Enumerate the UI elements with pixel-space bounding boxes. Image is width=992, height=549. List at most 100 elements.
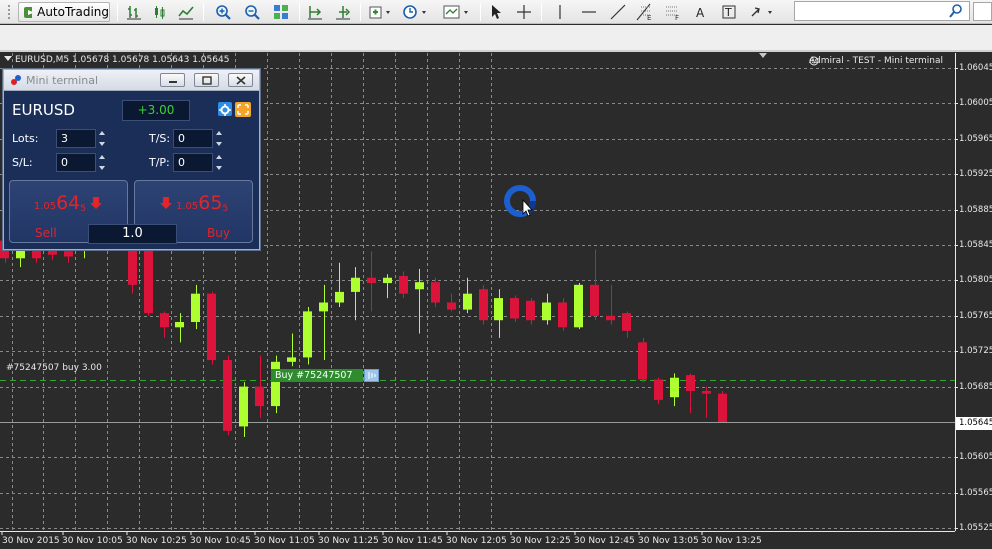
autotrading-icon — [24, 7, 33, 18]
mini-terminal-titlebar[interactable]: Mini terminal — [4, 70, 259, 91]
candle-bull — [574, 284, 583, 328]
candle-bull — [239, 386, 248, 427]
buy-price-prefix: 1.05 — [176, 201, 199, 212]
lots-input[interactable]: 3 — [56, 129, 96, 148]
sell-price-fraction: 5 — [80, 204, 86, 214]
horizontal-line-icon[interactable] — [578, 2, 600, 22]
candle-bear — [367, 277, 376, 284]
zoom-in-icon[interactable] — [212, 2, 234, 22]
buy-price: 1.05655 — [135, 192, 252, 214]
price-axis-label: 1.05525 — [959, 522, 992, 533]
templates-icon[interactable] — [441, 2, 473, 22]
candle-bear — [590, 284, 599, 316]
line-chart-icon[interactable] — [176, 2, 196, 22]
minimize-button[interactable] — [160, 73, 185, 87]
price-axis-label: 1.05805 — [959, 274, 992, 285]
svg-text:T: T — [724, 6, 732, 19]
zoom-out-icon[interactable] — [241, 2, 263, 22]
chart-shift-icon[interactable] — [305, 2, 325, 22]
symbol-ohlc-text: EURUSD,M5 1.05678 1.05678 1.05643 1.0564… — [15, 55, 230, 65]
autoscroll-icon[interactable] — [333, 2, 353, 22]
trailing-stop-input[interactable]: 0 — [173, 129, 213, 148]
lots-stepper[interactable] — [98, 129, 107, 148]
text-label-icon[interactable]: T — [718, 2, 740, 22]
search-input[interactable] — [794, 1, 970, 21]
periods-icon[interactable] — [401, 2, 431, 22]
fibo-fan-icon[interactable]: F — [662, 2, 684, 22]
time-axis-label: 30 Nov 11:05 — [254, 536, 315, 546]
arrows-icon[interactable] — [748, 2, 778, 22]
candlestick-icon[interactable] — [150, 2, 170, 22]
time-axis-label: 30 Nov 11:25 — [318, 536, 379, 546]
candle-bear — [207, 293, 216, 361]
fibonacci-icon[interactable]: E — [634, 2, 656, 22]
candle-bear — [718, 393, 727, 422]
candle-bull — [542, 302, 551, 321]
candle-bear — [144, 245, 153, 314]
vertical-line-icon[interactable] — [550, 2, 570, 22]
bar-chart-icon[interactable] — [124, 2, 144, 22]
buy-order-tag[interactable]: Buy #75247507 — [271, 369, 363, 382]
stop-loss-stepper[interactable] — [98, 153, 107, 172]
candle-bear — [638, 342, 647, 380]
autotrading-button[interactable]: AutoTrading — [18, 2, 110, 22]
time-axis-label: 30 Nov 13:05 — [638, 536, 699, 546]
chart-symbol-info: EURUSD,M5 1.05678 1.05678 1.05643 1.0564… — [4, 55, 229, 65]
order-line-label: #75247507 buy 3.00 — [6, 363, 102, 373]
time-axis-label: 30 Nov 10:05 — [62, 536, 123, 546]
chart-shift-marker — [759, 53, 767, 58]
candle-bull — [319, 302, 328, 312]
toolbar-separator — [299, 3, 300, 21]
lots-label: Lots: — [12, 132, 39, 145]
toolbar-grip-icon — [2, 2, 16, 22]
price-axis-label: 1.05765 — [959, 310, 992, 321]
cursor-icon[interactable] — [486, 2, 506, 22]
gear-icon — [219, 104, 231, 116]
crosshair-icon[interactable] — [513, 2, 535, 22]
sell-price-prefix: 1.05 — [33, 201, 57, 212]
time-axis-label: 30 Nov 10:45 — [190, 536, 251, 546]
busy-cursor-icon — [503, 183, 539, 219]
candle-bull — [335, 291, 344, 303]
chevron-down-icon[interactable] — [4, 56, 12, 61]
svg-text:E: E — [647, 14, 651, 21]
add-indicator-icon[interactable] — [367, 2, 395, 22]
candle-bear — [622, 313, 631, 331]
take-profit-stepper[interactable] — [215, 153, 224, 172]
expand-button[interactable] — [235, 102, 251, 117]
time-axis-label: 30 Nov 11:45 — [382, 536, 443, 546]
time-axis-label: 30 Nov 10:25 — [126, 536, 187, 546]
volume-input[interactable]: 1.0 — [88, 224, 177, 244]
candle-bear — [64, 251, 73, 257]
price-axis-label: 1.06005 — [959, 97, 992, 108]
buy-price-pips: 65 — [198, 192, 223, 214]
stop-loss-label: S/L: — [12, 156, 33, 169]
candle-bull — [175, 321, 184, 328]
candle-bear — [702, 391, 711, 394]
close-button[interactable] — [228, 73, 253, 87]
stop-loss-input[interactable]: 0 — [56, 153, 96, 172]
trendline-icon[interactable] — [607, 2, 629, 22]
sell-price-pips: 64 — [56, 192, 81, 214]
svg-text:A: A — [696, 6, 705, 19]
toolbar-separator — [117, 3, 118, 21]
search-icon[interactable] — [948, 3, 966, 19]
time-axis-label: 30 Nov 12:45 — [574, 536, 635, 546]
settings-button[interactable] — [218, 102, 232, 116]
close-order-icon[interactable] — [364, 369, 379, 382]
maximize-button[interactable] — [194, 73, 219, 87]
trailing-stop-stepper[interactable] — [215, 129, 224, 148]
candle-bear — [160, 313, 169, 328]
candle-bear — [479, 289, 488, 321]
sell-price: 1.05645 — [10, 192, 127, 214]
take-profit-input[interactable]: 0 — [173, 153, 213, 172]
price-axis-label: 1.06045 — [959, 62, 992, 73]
tile-windows-icon[interactable] — [270, 2, 292, 22]
arrow-down-icon — [90, 197, 103, 209]
candle-bull — [351, 277, 360, 292]
toolbar-panel-area — [0, 25, 992, 52]
text-icon[interactable]: A — [691, 2, 711, 22]
smiley-icon — [809, 56, 819, 66]
candle-bull — [463, 293, 472, 310]
toolbar-extra-field[interactable] — [973, 2, 992, 21]
